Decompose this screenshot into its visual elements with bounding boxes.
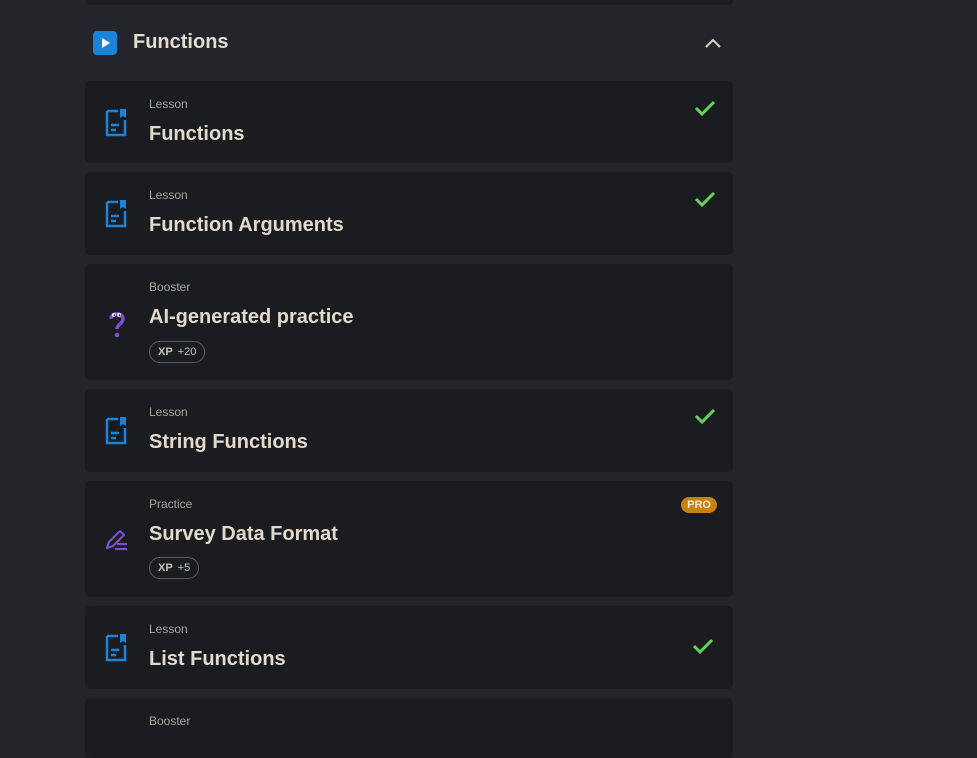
item-kind: Practice bbox=[149, 497, 193, 511]
item-kind: Lesson bbox=[149, 622, 188, 636]
item-kind: Booster bbox=[149, 714, 191, 728]
item-kind: Lesson bbox=[149, 188, 188, 202]
checkmark-icon bbox=[693, 406, 717, 426]
item-kind: Lesson bbox=[149, 405, 188, 419]
xp-value: +5 bbox=[177, 562, 191, 574]
section-header[interactable]: Functions bbox=[85, 20, 733, 66]
item-title: List Functions bbox=[149, 648, 286, 670]
item-title: AI-generated practice bbox=[149, 306, 354, 328]
practice-card[interactable]: Practice Survey Data Format PRO XP +5 bbox=[85, 481, 733, 597]
booster-card[interactable]: Booster AI-generated practice XP +20 bbox=[85, 264, 733, 380]
xp-label: XP bbox=[158, 346, 173, 358]
xp-badge: XP +5 bbox=[149, 557, 200, 579]
item-kind: Booster bbox=[149, 280, 191, 294]
item-title: String Functions bbox=[149, 431, 308, 453]
item-title: Survey Data Format bbox=[149, 523, 338, 545]
xp-value: +20 bbox=[177, 346, 197, 358]
xp-label: XP bbox=[158, 562, 173, 574]
lesson-doc-icon bbox=[103, 633, 131, 663]
chevron-up-icon[interactable] bbox=[701, 32, 725, 56]
checkmark-icon bbox=[691, 636, 715, 656]
item-kind: Lesson bbox=[149, 97, 188, 111]
section-title: Functions bbox=[133, 31, 229, 53]
item-title: Function Arguments bbox=[149, 214, 344, 236]
item-title: Functions bbox=[149, 123, 245, 145]
lesson-card[interactable]: Lesson List Functions bbox=[85, 606, 733, 689]
lesson-card[interactable]: Lesson String Functions bbox=[85, 389, 733, 472]
lesson-card[interactable]: Lesson Functions bbox=[85, 81, 733, 163]
lesson-card[interactable]: Lesson Function Arguments bbox=[85, 172, 733, 255]
previous-section-bottom bbox=[85, 0, 733, 5]
checkmark-icon bbox=[693, 189, 717, 209]
booster-question-icon bbox=[103, 309, 131, 339]
play-icon bbox=[93, 31, 117, 55]
xp-badge: XP +20 bbox=[149, 341, 206, 363]
pro-badge: PRO bbox=[681, 497, 717, 513]
lesson-doc-icon bbox=[103, 199, 131, 229]
checkmark-icon bbox=[693, 98, 717, 118]
booster-card[interactable]: Booster bbox=[85, 698, 733, 758]
lesson-doc-icon bbox=[103, 416, 131, 446]
practice-pencil-icon bbox=[103, 524, 131, 554]
lesson-doc-icon bbox=[103, 108, 131, 138]
